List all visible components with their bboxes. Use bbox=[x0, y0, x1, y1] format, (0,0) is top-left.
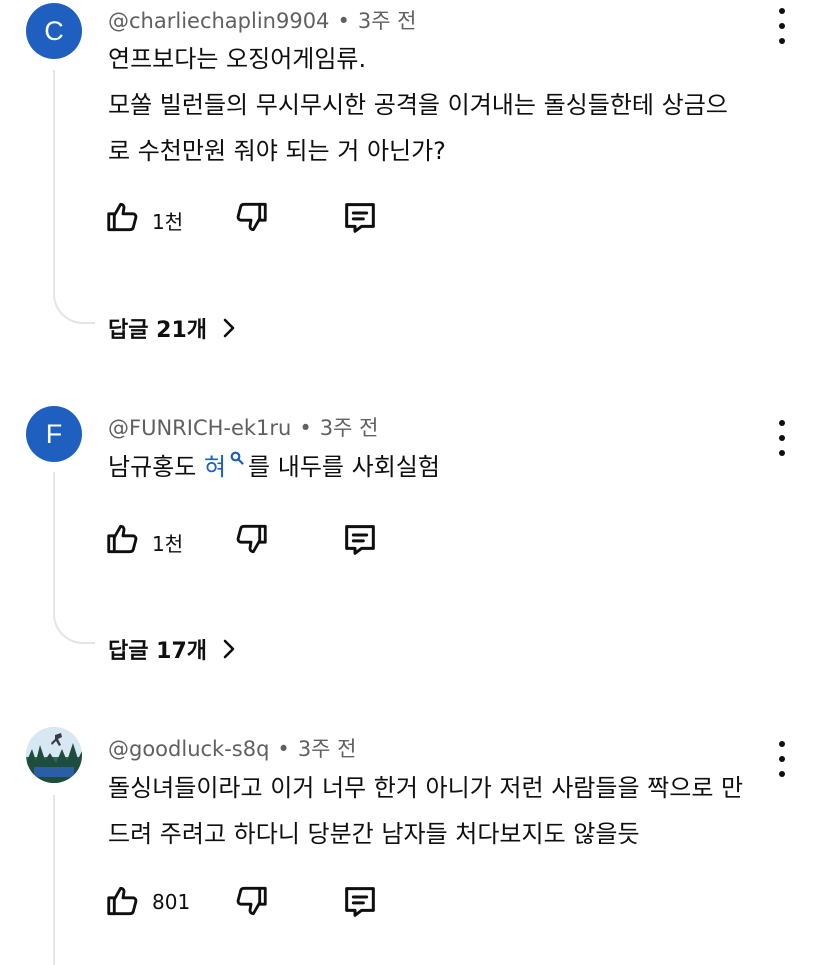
dislike-button[interactable] bbox=[232, 520, 270, 562]
reply-button[interactable] bbox=[340, 198, 380, 242]
view-replies-button[interactable]: 답글 21개 bbox=[108, 312, 237, 344]
author-handle[interactable]: @FUNRICH-ek1ru bbox=[108, 416, 291, 440]
thread-line bbox=[53, 472, 95, 644]
like-button[interactable] bbox=[104, 198, 142, 240]
comment-time: 3주 전 bbox=[357, 9, 417, 33]
comment-icon bbox=[345, 203, 375, 233]
comment-time: 3주 전 bbox=[319, 416, 379, 440]
comment-icon bbox=[345, 887, 375, 917]
avatar-letter: F bbox=[45, 418, 63, 449]
comment-meta: @FUNRICH-ek1ru • 3주 전 bbox=[108, 416, 379, 440]
landscape-avatar-icon bbox=[26, 727, 82, 783]
comment-line: 로 수천만원 줘야 되는 거 아닌가? bbox=[108, 137, 446, 165]
comment-line: 모쏠 빌런들의 무시무시한 공격을 이겨내는 돌싱들한테 상금으 bbox=[108, 91, 728, 119]
comment-line: 연프보다는 오징어게임류. bbox=[108, 45, 367, 73]
thumbs-up-icon bbox=[107, 886, 138, 916]
thumbs-down-icon bbox=[236, 886, 267, 916]
like-count: 801 bbox=[152, 890, 191, 914]
replies-label: 답글 21개 bbox=[108, 318, 207, 343]
thumbs-up-icon bbox=[107, 202, 138, 232]
comment-text-end: 를 내두를 사회실험 bbox=[248, 453, 440, 481]
comment-text-start: 남규홍도 bbox=[108, 453, 204, 481]
chevron-right-icon bbox=[223, 318, 235, 338]
comment-line: 드려 주려고 하다니 당분간 남자들 처다보지도 않을듯 bbox=[108, 820, 640, 848]
avatar-letter: C bbox=[44, 15, 64, 46]
more-vertical-icon bbox=[779, 8, 785, 14]
thread-line bbox=[53, 70, 95, 324]
thumbs-down-icon bbox=[236, 202, 267, 232]
thumbs-up-icon bbox=[107, 524, 138, 554]
chevron-right-icon bbox=[223, 639, 235, 659]
replies-label: 답글 17개 bbox=[108, 639, 207, 664]
comment-line: 돌싱녀들이라고 이거 너무 한거 아니가 저런 사람들을 짝으로 만 bbox=[108, 774, 744, 802]
comment-text: 연프보다는 오징어게임류. 모쏠 빌런들의 무시무시한 공격을 이겨내는 돌싱들… bbox=[108, 36, 788, 174]
dislike-button[interactable] bbox=[232, 882, 270, 924]
more-vertical-icon bbox=[779, 741, 785, 747]
comment-icon bbox=[345, 525, 375, 555]
avatar[interactable]: C bbox=[26, 3, 82, 59]
comment-text: 남규홍도 혀 를 내두를 사회실험 bbox=[108, 444, 788, 490]
comment-text: 돌싱녀들이라고 이거 너무 한거 아니가 저런 사람들을 짝으로 만 드려 주려… bbox=[108, 765, 808, 857]
comment-time: 3주 전 bbox=[297, 737, 357, 761]
view-replies-button[interactable]: 답글 17개 bbox=[108, 633, 237, 665]
like-button[interactable] bbox=[104, 520, 142, 562]
author-handle[interactable]: @goodluck-s8q bbox=[108, 737, 269, 761]
search-icon[interactable] bbox=[230, 451, 244, 465]
thumbs-down-icon bbox=[236, 524, 267, 554]
avatar[interactable]: F bbox=[26, 406, 82, 462]
like-count: 1천 bbox=[152, 532, 184, 556]
like-count: 1천 bbox=[152, 210, 184, 234]
search-link[interactable]: 혀 bbox=[204, 453, 226, 481]
comment-meta: @goodluck-s8q • 3주 전 bbox=[108, 737, 357, 761]
author-handle[interactable]: @charliechaplin9904 bbox=[108, 9, 329, 33]
thread-line bbox=[53, 795, 95, 965]
more-vertical-icon bbox=[779, 420, 785, 426]
dislike-button[interactable] bbox=[232, 198, 270, 240]
reply-button[interactable] bbox=[340, 882, 380, 926]
like-button[interactable] bbox=[104, 882, 142, 924]
comment-meta: @charliechaplin9904 • 3주 전 bbox=[108, 9, 417, 33]
reply-button[interactable] bbox=[340, 520, 380, 564]
avatar[interactable] bbox=[26, 727, 82, 783]
